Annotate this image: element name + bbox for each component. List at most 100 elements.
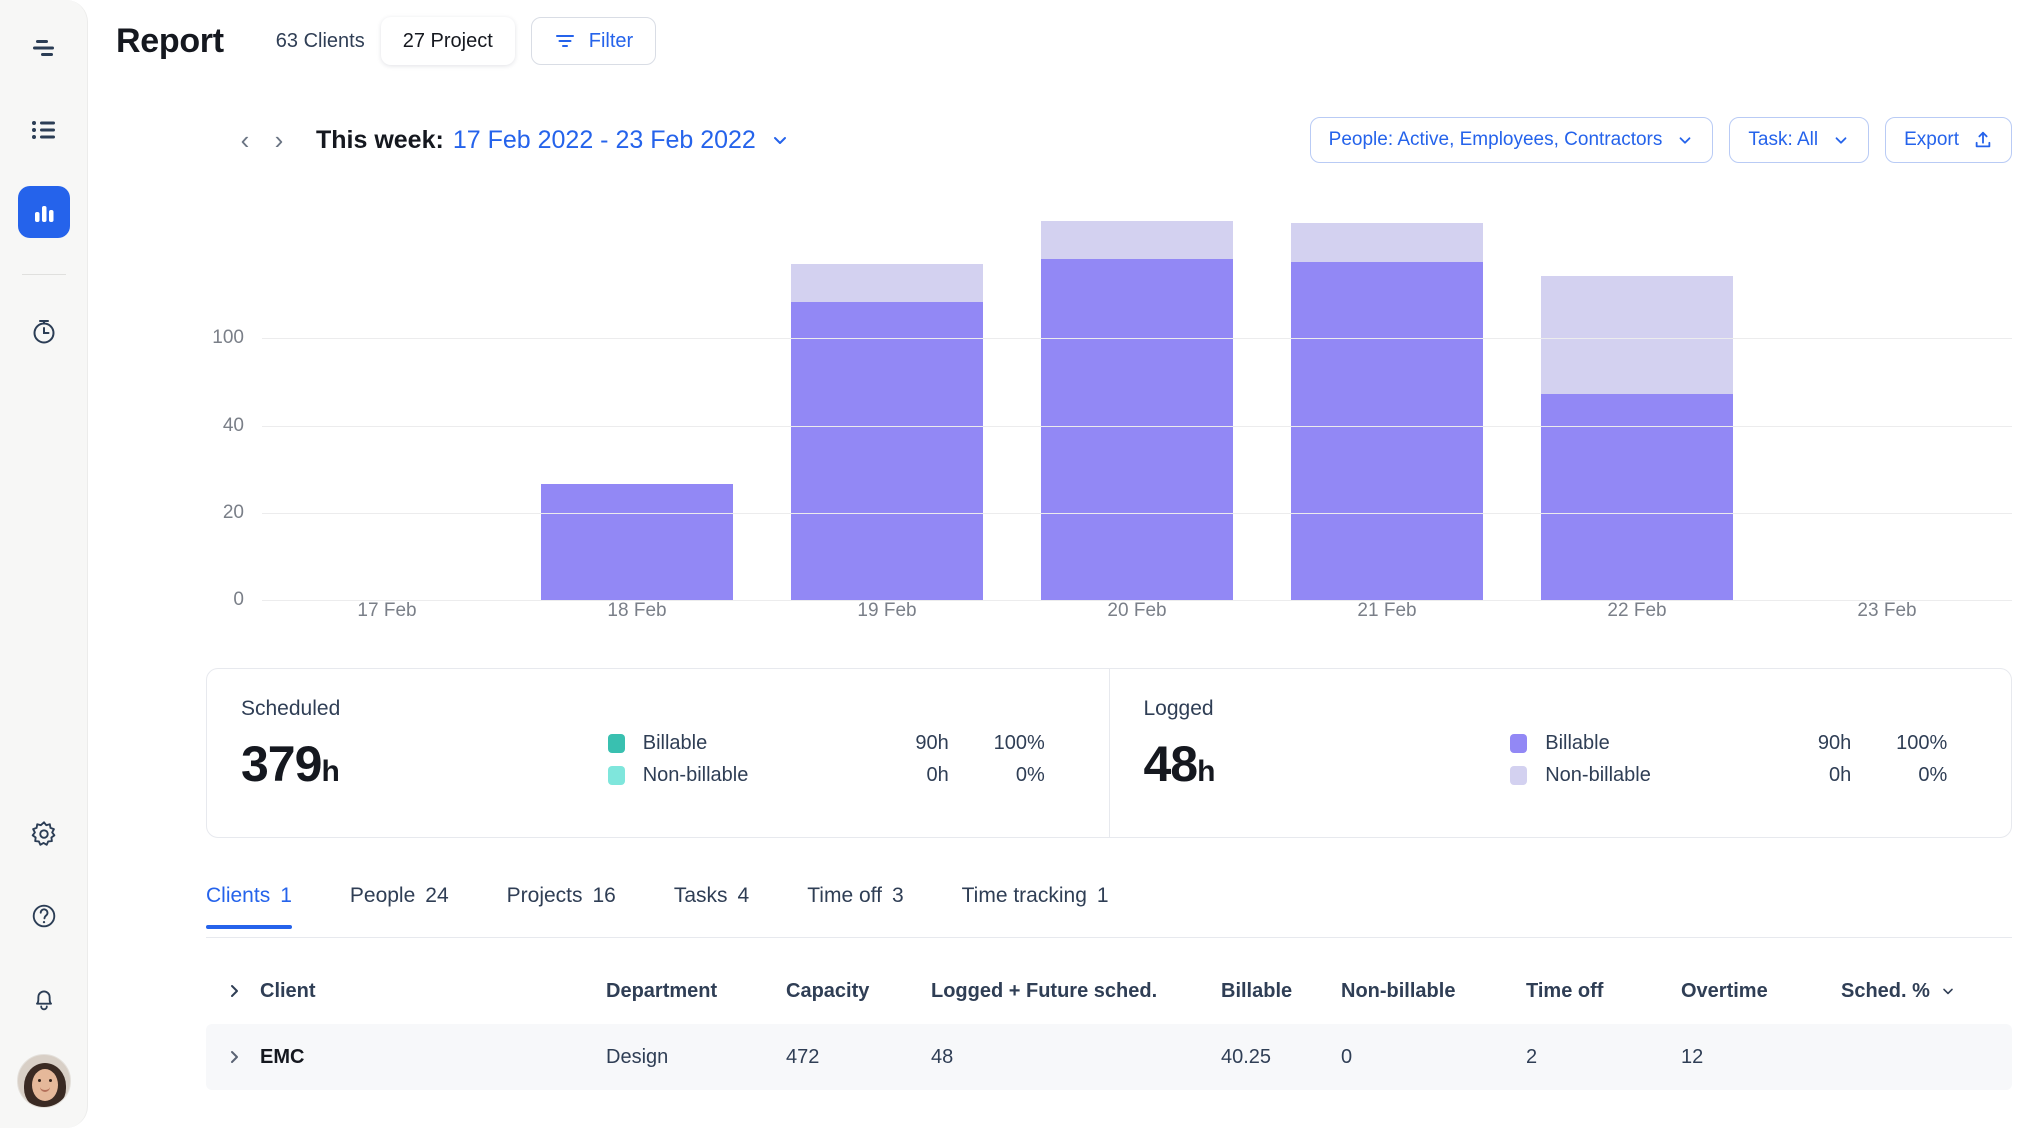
next-week-button[interactable]: › — [262, 123, 296, 157]
sidebar-item-schedule[interactable] — [18, 22, 70, 74]
sidebar-item-timer[interactable] — [18, 305, 70, 357]
filter-button[interactable]: Filter — [530, 17, 657, 65]
chart-icon — [29, 197, 59, 227]
export-button[interactable]: Export — [1885, 117, 2012, 163]
chart-bar-segment-logged — [1040, 259, 1234, 600]
sidebar-item-list[interactable] — [18, 104, 70, 156]
chart-gridline — [262, 338, 2012, 339]
chart-x-label: 22 Feb — [1607, 600, 1667, 621]
legend-hours: 0h — [926, 763, 949, 786]
legend-row: Non-billable 0h 0% — [607, 759, 1075, 791]
chart-bar-18-feb[interactable] — [540, 200, 734, 600]
tab-count: 16 — [592, 884, 616, 907]
logged-card-title: Logged — [1143, 697, 1214, 720]
cell-department: Design — [606, 1045, 669, 1068]
prev-week-button[interactable]: ‹ — [228, 123, 262, 157]
chevron-right-icon — [226, 983, 242, 999]
app-root: Report 63 Clients 27 Project Filter ‹ › … — [0, 0, 2040, 1128]
legend-swatch-billable — [607, 733, 625, 753]
projects-chip[interactable]: 27 Project — [380, 17, 515, 65]
legend-row: Billable 90h 100% — [1510, 727, 1977, 759]
chart-bar-19-feb[interactable] — [790, 200, 984, 600]
export-label: Export — [1904, 129, 1959, 150]
column-header-department[interactable]: Department — [606, 980, 786, 1003]
detail-tabs: Clients 1 People 24 Projects 16 Tasks 4 Time off… — [206, 878, 2012, 938]
bell-icon — [29, 983, 59, 1013]
sidebar-item-notifications[interactable] — [18, 972, 70, 1024]
clients-count: 63 Clients — [275, 29, 365, 52]
bar-chart: 100 40 20 0 17 Feb 18 Feb 19 Feb 20 Feb 21 Feb 2… — [206, 200, 2012, 630]
tab-clients[interactable]: Clients 1 — [206, 878, 292, 929]
tab-time-off[interactable]: Time off 3 — [807, 878, 903, 928]
tab-projects[interactable]: Projects 16 — [507, 878, 616, 928]
avatar-face — [31, 1069, 58, 1101]
tab-count: 24 — [425, 884, 449, 907]
scheduled-value-number: 379 — [241, 736, 322, 792]
chevron-down-icon — [1676, 131, 1694, 149]
chart-x-label: 20 Feb — [1107, 600, 1167, 621]
chart-y-tick: 20 — [222, 502, 244, 524]
cell-billable: 40.25 — [1221, 1045, 1272, 1068]
scheduled-card-main: Scheduled 379h — [241, 697, 608, 809]
cell-client[interactable]: EMC — [206, 1046, 606, 1069]
sidebar — [0, 0, 88, 1128]
column-header-client[interactable]: Client — [206, 980, 606, 1003]
task-filter-dropdown[interactable]: Task: All — [1729, 117, 1870, 163]
chart-bar-segment-logged — [1290, 262, 1484, 600]
logged-value-unit: h — [1197, 755, 1215, 788]
top-bar: Report 63 Clients 27 Project Filter — [88, 0, 2040, 82]
chart-bar-21-feb[interactable] — [1290, 200, 1484, 600]
legend-name: Non-billable — [642, 763, 749, 786]
column-header-billable[interactable]: Billable — [1221, 980, 1341, 1003]
sidebar-item-settings[interactable] — [18, 808, 70, 860]
chevron-down-icon[interactable] — [770, 130, 790, 150]
legend-hours: 0h — [1828, 763, 1852, 786]
table-row[interactable]: EMC Design 472 48 40.25 0 2 12 — [206, 1024, 2012, 1090]
scheduled-card: Scheduled 379h Billable 90h 100% Non-bil… — [207, 669, 1109, 837]
people-filter-dropdown[interactable]: People: Active, Employees, Contractors — [1309, 117, 1714, 163]
clients-table: Client Department Capacity Logged + Futu… — [206, 958, 2012, 1090]
tab-tasks[interactable]: Tasks 4 — [674, 878, 749, 928]
main-content: Report 63 Clients 27 Project Filter ‹ › … — [88, 0, 2040, 1128]
avatar-eye-right — [48, 1079, 52, 1082]
chevron-down-icon — [1832, 131, 1850, 149]
cell-client-label: EMC — [260, 1045, 305, 1068]
avatar-eye-left — [37, 1079, 41, 1082]
legend-hours: 90h — [915, 731, 949, 754]
chart-bar-20-feb[interactable] — [1040, 200, 1234, 600]
column-header-capacity[interactable]: Capacity — [786, 980, 931, 1003]
chevron-right-icon[interactable] — [226, 1049, 242, 1065]
filter-label: Filter — [588, 29, 634, 52]
date-range-value[interactable]: 17 Feb 2022 - 23 Feb 2022 — [453, 126, 756, 155]
chart-x-label: 17 Feb — [357, 600, 417, 621]
column-header-time-off[interactable]: Time off — [1526, 980, 1681, 1003]
gear-icon — [29, 819, 59, 849]
logged-card-value: 48h — [1144, 735, 1511, 793]
schedule-icon — [29, 33, 59, 63]
chart-bar-23-feb[interactable] — [1791, 200, 1984, 600]
chart-x-label: 19 Feb — [857, 600, 917, 621]
sidebar-item-reports[interactable] — [17, 186, 70, 238]
chart-plot-area: 100 40 20 0 — [212, 200, 2012, 610]
chart-bar-segment-logged — [1540, 394, 1734, 600]
column-header-overtime[interactable]: Overtime — [1681, 980, 1841, 1003]
chart-y-tick: 40 — [222, 415, 244, 437]
legend-swatch-billable — [1510, 733, 1528, 753]
chart-x-label: 18 Feb — [607, 600, 667, 621]
chart-bar-17-feb[interactable] — [291, 200, 484, 600]
sidebar-item-help[interactable] — [18, 890, 70, 942]
avatar[interactable] — [16, 1054, 71, 1108]
scheduled-value-unit: h — [321, 755, 339, 788]
chart-bar-segment-logged — [790, 302, 984, 600]
column-header-logged-future[interactable]: Logged + Future sched. — [931, 980, 1221, 1003]
scheduled-card-title: Scheduled — [241, 697, 341, 720]
legend-percent: 0% — [1015, 763, 1045, 786]
tab-time-tracking[interactable]: Time tracking 1 — [962, 878, 1109, 928]
chart-bar-segment-scheduled — [790, 264, 984, 303]
chart-bar-22-feb[interactable] — [1540, 200, 1734, 600]
filter-icon — [554, 30, 576, 52]
legend-percent: 100% — [993, 731, 1045, 754]
column-header-sched-pct[interactable]: Sched. % — [1841, 980, 1991, 1003]
column-header-non-billable[interactable]: Non-billable — [1341, 980, 1526, 1003]
tab-people[interactable]: People 24 — [350, 878, 449, 928]
